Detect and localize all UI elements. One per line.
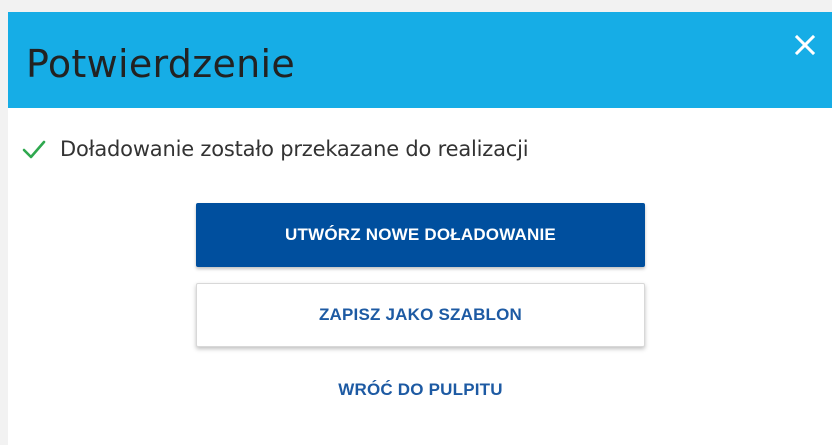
close-button[interactable] xyxy=(788,28,822,62)
check-icon xyxy=(22,137,46,161)
create-new-topup-button[interactable]: UTWÓRZ NOWE DOŁADOWANIE xyxy=(196,203,645,267)
dialog-title: Potwierdzenie xyxy=(26,42,296,86)
save-as-template-button[interactable]: ZAPISZ JAKO SZABLON xyxy=(196,283,645,347)
status-message: Doładowanie zostało przekazane do realiz… xyxy=(22,134,529,164)
close-icon xyxy=(794,34,816,56)
back-to-dashboard-link[interactable]: WRÓĆ DO PULPITU xyxy=(196,380,645,400)
confirmation-dialog: Potwierdzenie Doładowanie zostało przeka… xyxy=(8,12,832,445)
dialog-header: Potwierdzenie xyxy=(8,12,832,108)
status-message-text: Doładowanie zostało przekazane do realiz… xyxy=(60,137,529,161)
